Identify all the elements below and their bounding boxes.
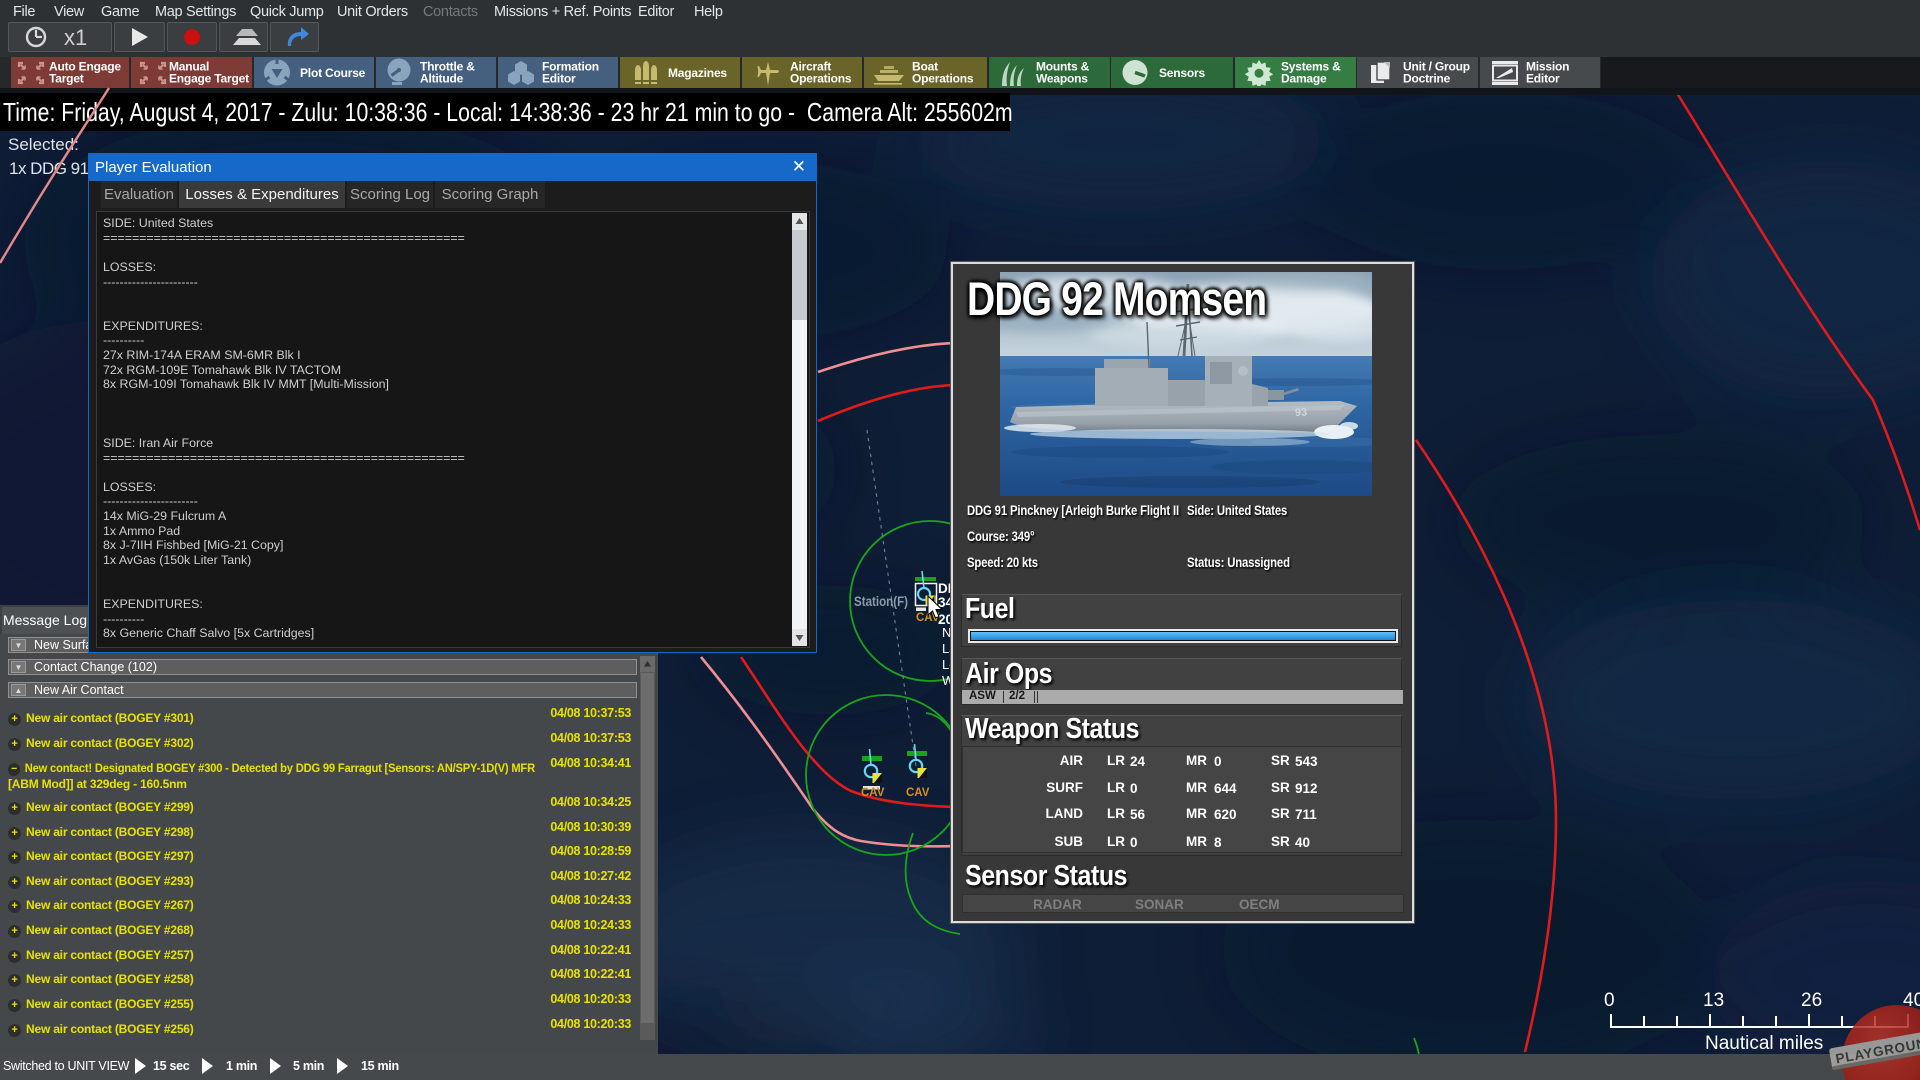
svg-text:CAV: CAV — [906, 787, 930, 799]
svg-text:CAV: CAV — [861, 787, 885, 799]
svg-text:N: N — [942, 625, 951, 640]
svg-text:93: 93 — [1295, 407, 1308, 419]
svg-text:0: 0 — [1604, 990, 1615, 1011]
svg-text:Station(F): Station(F) — [854, 594, 908, 609]
svg-text:13: 13 — [1703, 990, 1724, 1011]
